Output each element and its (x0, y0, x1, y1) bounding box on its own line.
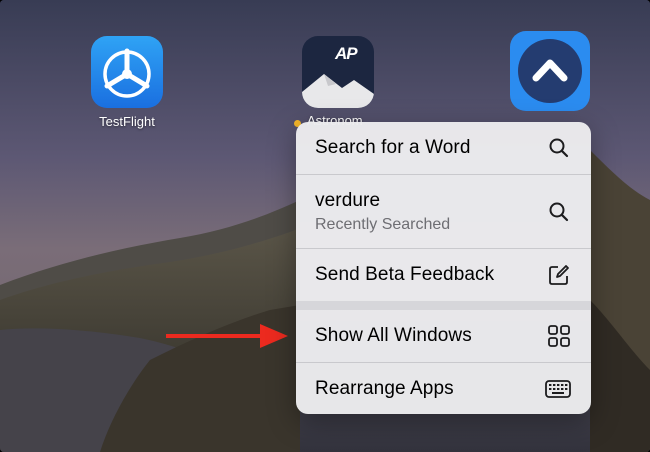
menu-item-label: verdure (315, 189, 381, 211)
ipad-home-screen: TestFlight AP Astronom Search for a Word… (0, 0, 650, 452)
menu-item-show-all-windows[interactable]: Show All Windows (296, 310, 591, 362)
red-arrow-annotation (166, 324, 288, 348)
astronomer-mountain-icon: AP (302, 36, 374, 108)
astronomer-logo-text: AP (335, 44, 358, 63)
testflight-propeller-icon (91, 36, 163, 108)
app-chevron[interactable] (510, 31, 590, 111)
menu-item-beta-feedback[interactable]: Send Beta Feedback (296, 249, 591, 301)
menu-item-label: Show All Windows (315, 325, 472, 346)
compose-icon (547, 263, 571, 287)
menu-item-rearrange-apps[interactable]: Rearrange Apps (296, 363, 591, 414)
keyboard-icon (545, 377, 571, 401)
menu-item-recent-search[interactable]: verdure Recently Searched (296, 175, 591, 248)
chevron-up-icon (510, 31, 590, 111)
app-label-testflight: TestFlight (99, 114, 155, 129)
app-testflight[interactable]: TestFlight (91, 36, 163, 129)
context-menu: Search for a Word verdure Recently Searc… (296, 122, 591, 414)
search-icon (547, 136, 571, 160)
search-icon (547, 200, 571, 224)
menu-item-sublabel: Recently Searched (315, 215, 451, 233)
grid-icon (547, 324, 571, 348)
menu-section-gap (296, 301, 591, 310)
menu-item-label: Rearrange Apps (315, 377, 454, 399)
menu-item-label: Search for a Word (315, 137, 471, 158)
app-astronomer[interactable]: AP (302, 36, 374, 108)
menu-item-search-word[interactable]: Search for a Word (296, 122, 591, 174)
menu-item-label: Send Beta Feedback (315, 264, 495, 285)
